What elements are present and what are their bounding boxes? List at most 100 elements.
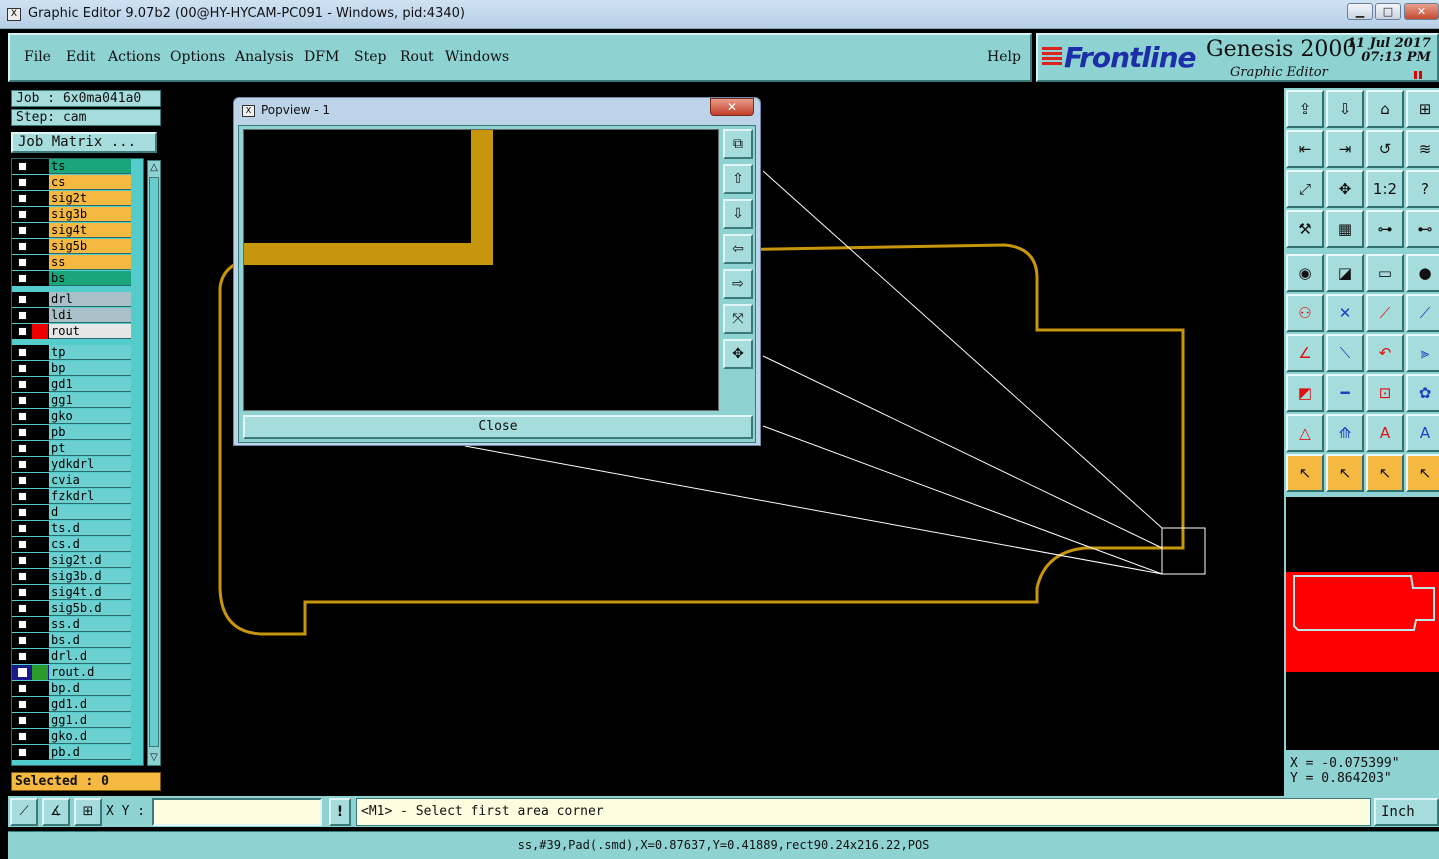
- pointer-net-icon[interactable]: ↖: [1406, 454, 1439, 492]
- layer-name[interactable]: pt: [49, 441, 131, 456]
- layer-color-swatch[interactable]: [32, 345, 48, 360]
- next-icon[interactable]: ⇥: [1326, 130, 1364, 168]
- pad-icon[interactable]: ●: [1406, 254, 1439, 292]
- layer-scrollbar[interactable]: △ ▽: [147, 160, 161, 766]
- layer-checkbox[interactable]: [18, 684, 27, 693]
- execute-button[interactable]: !: [329, 798, 351, 826]
- layer-checkbox[interactable]: [18, 700, 27, 709]
- layer-name[interactable]: fzkdrl: [49, 489, 131, 504]
- layer-color-swatch[interactable]: [32, 473, 48, 488]
- layer-name[interactable]: pb: [49, 425, 131, 440]
- layer-color-swatch[interactable]: [32, 159, 48, 174]
- record-icon[interactable]: ◉: [1286, 254, 1324, 292]
- layer-name[interactable]: rout.d: [49, 665, 131, 680]
- connect-icon[interactable]: ⚇: [1286, 294, 1324, 332]
- layer-name[interactable]: sig3b.d: [49, 569, 131, 584]
- tools-icon[interactable]: ⚒: [1286, 210, 1324, 248]
- layer-name[interactable]: gko: [49, 409, 131, 424]
- one-to-two-icon[interactable]: 1:2: [1366, 170, 1404, 208]
- layer-row[interactable]: pt: [12, 441, 142, 456]
- slash-icon[interactable]: ⟍: [1326, 334, 1364, 372]
- layer-row[interactable]: ydkdrl: [12, 457, 142, 472]
- layer-name[interactable]: tp: [49, 345, 131, 360]
- layer-name[interactable]: bp: [49, 361, 131, 376]
- layer-color-swatch[interactable]: [32, 324, 48, 339]
- layer-name[interactable]: gg1.d: [49, 713, 131, 728]
- layer-name[interactable]: d: [49, 505, 131, 520]
- layer-row[interactable]: sig3b: [12, 207, 142, 222]
- layer-color-swatch[interactable]: [32, 665, 48, 680]
- layer-name[interactable]: bs: [49, 271, 131, 286]
- layer-color-swatch[interactable]: [32, 537, 48, 552]
- unit-selector[interactable]: Inch: [1374, 798, 1439, 826]
- popview-canvas[interactable]: [243, 129, 719, 411]
- layer-name[interactable]: sig5b: [49, 239, 131, 254]
- ruler-icon[interactable]: ▭: [1366, 254, 1404, 292]
- popview-down-icon[interactable]: ⇩: [723, 199, 753, 229]
- layer-name[interactable]: sig5b.d: [49, 601, 131, 616]
- menu-step[interactable]: Step: [354, 49, 386, 65]
- layer-row[interactable]: sig3b.d: [12, 569, 142, 584]
- menu-analysis[interactable]: Analysis: [235, 49, 294, 65]
- layer-row[interactable]: gg1.d: [12, 713, 142, 728]
- net2-icon[interactable]: ⊷: [1406, 210, 1439, 248]
- layer-checkbox[interactable]: [18, 748, 27, 757]
- node-icon[interactable]: ◩: [1286, 374, 1324, 412]
- popview-fit-icon[interactable]: ⤧: [723, 304, 753, 334]
- menu-windows[interactable]: Windows: [445, 49, 509, 65]
- layer-row[interactable]: d: [12, 505, 142, 520]
- layer-checkbox[interactable]: [18, 412, 27, 421]
- layer-color-swatch[interactable]: [32, 175, 48, 190]
- layer-color-swatch[interactable]: [32, 255, 48, 270]
- layer-color-swatch[interactable]: [32, 617, 48, 632]
- layer-row[interactable]: gko.d: [12, 729, 142, 744]
- layer-checkbox[interactable]: [18, 716, 27, 725]
- menu-help[interactable]: Help: [987, 49, 1021, 65]
- select-arrow-icon[interactable]: ◪: [1326, 254, 1364, 292]
- layer-checkbox[interactable]: [18, 396, 27, 405]
- layer-checkbox[interactable]: [18, 274, 27, 283]
- save-icon[interactable]: ⇩: [1326, 90, 1364, 128]
- open-icon[interactable]: ⇪: [1286, 90, 1324, 128]
- help-icon[interactable]: ?: [1406, 170, 1439, 208]
- measure-icon[interactable]: ⊡: [1366, 374, 1404, 412]
- layer-color-swatch[interactable]: [32, 521, 48, 536]
- layer-name[interactable]: bs.d: [49, 633, 131, 648]
- layer-checkbox[interactable]: [18, 652, 27, 661]
- layer-color-swatch[interactable]: [32, 569, 48, 584]
- popview-up-icon[interactable]: ⇧: [723, 164, 753, 194]
- layer-color-swatch[interactable]: [32, 191, 48, 206]
- segment-icon[interactable]: ━: [1326, 374, 1364, 412]
- angle-icon[interactable]: ∠: [1286, 334, 1324, 372]
- layer-checkbox[interactable]: [18, 476, 27, 485]
- triangle-icon[interactable]: △: [1286, 414, 1324, 452]
- layer-row[interactable]: cs.d: [12, 537, 142, 552]
- layer-name[interactable]: gg1: [49, 393, 131, 408]
- layer-row[interactable]: ss.d: [12, 617, 142, 632]
- menu-actions[interactable]: Actions: [108, 49, 161, 65]
- layer-checkbox[interactable]: [18, 668, 27, 677]
- layer-row[interactable]: sig4t.d: [12, 585, 142, 600]
- layer-checkbox[interactable]: [18, 380, 27, 389]
- layer-checkbox[interactable]: [18, 492, 27, 501]
- layer-row[interactable]: bp: [12, 361, 142, 376]
- tri-a2-icon[interactable]: A: [1406, 414, 1439, 452]
- layer-color-swatch[interactable]: [32, 308, 48, 323]
- layer-name[interactable]: sig3b: [49, 207, 131, 222]
- grid-snap-icon[interactable]: ▦: [1326, 210, 1364, 248]
- layer-row[interactable]: ldi: [12, 308, 142, 323]
- layer-color-swatch[interactable]: [32, 489, 48, 504]
- layer-color-swatch[interactable]: [32, 729, 48, 744]
- layer-row[interactable]: tp: [12, 345, 142, 360]
- popview-zoom-icon[interactable]: ⧉: [723, 129, 753, 159]
- menu-file[interactable]: File: [24, 49, 51, 65]
- layer-color-swatch[interactable]: [32, 377, 48, 392]
- home-icon[interactable]: ⌂: [1366, 90, 1404, 128]
- layer-row[interactable]: bp.d: [12, 681, 142, 696]
- net-icon[interactable]: ⊶: [1366, 210, 1404, 248]
- layer-name[interactable]: gd1: [49, 377, 131, 392]
- layer-row[interactable]: drl: [12, 292, 142, 307]
- layer-color-swatch[interactable]: [32, 441, 48, 456]
- undo-icon[interactable]: ↺: [1366, 130, 1404, 168]
- layer-row[interactable]: cvia: [12, 473, 142, 488]
